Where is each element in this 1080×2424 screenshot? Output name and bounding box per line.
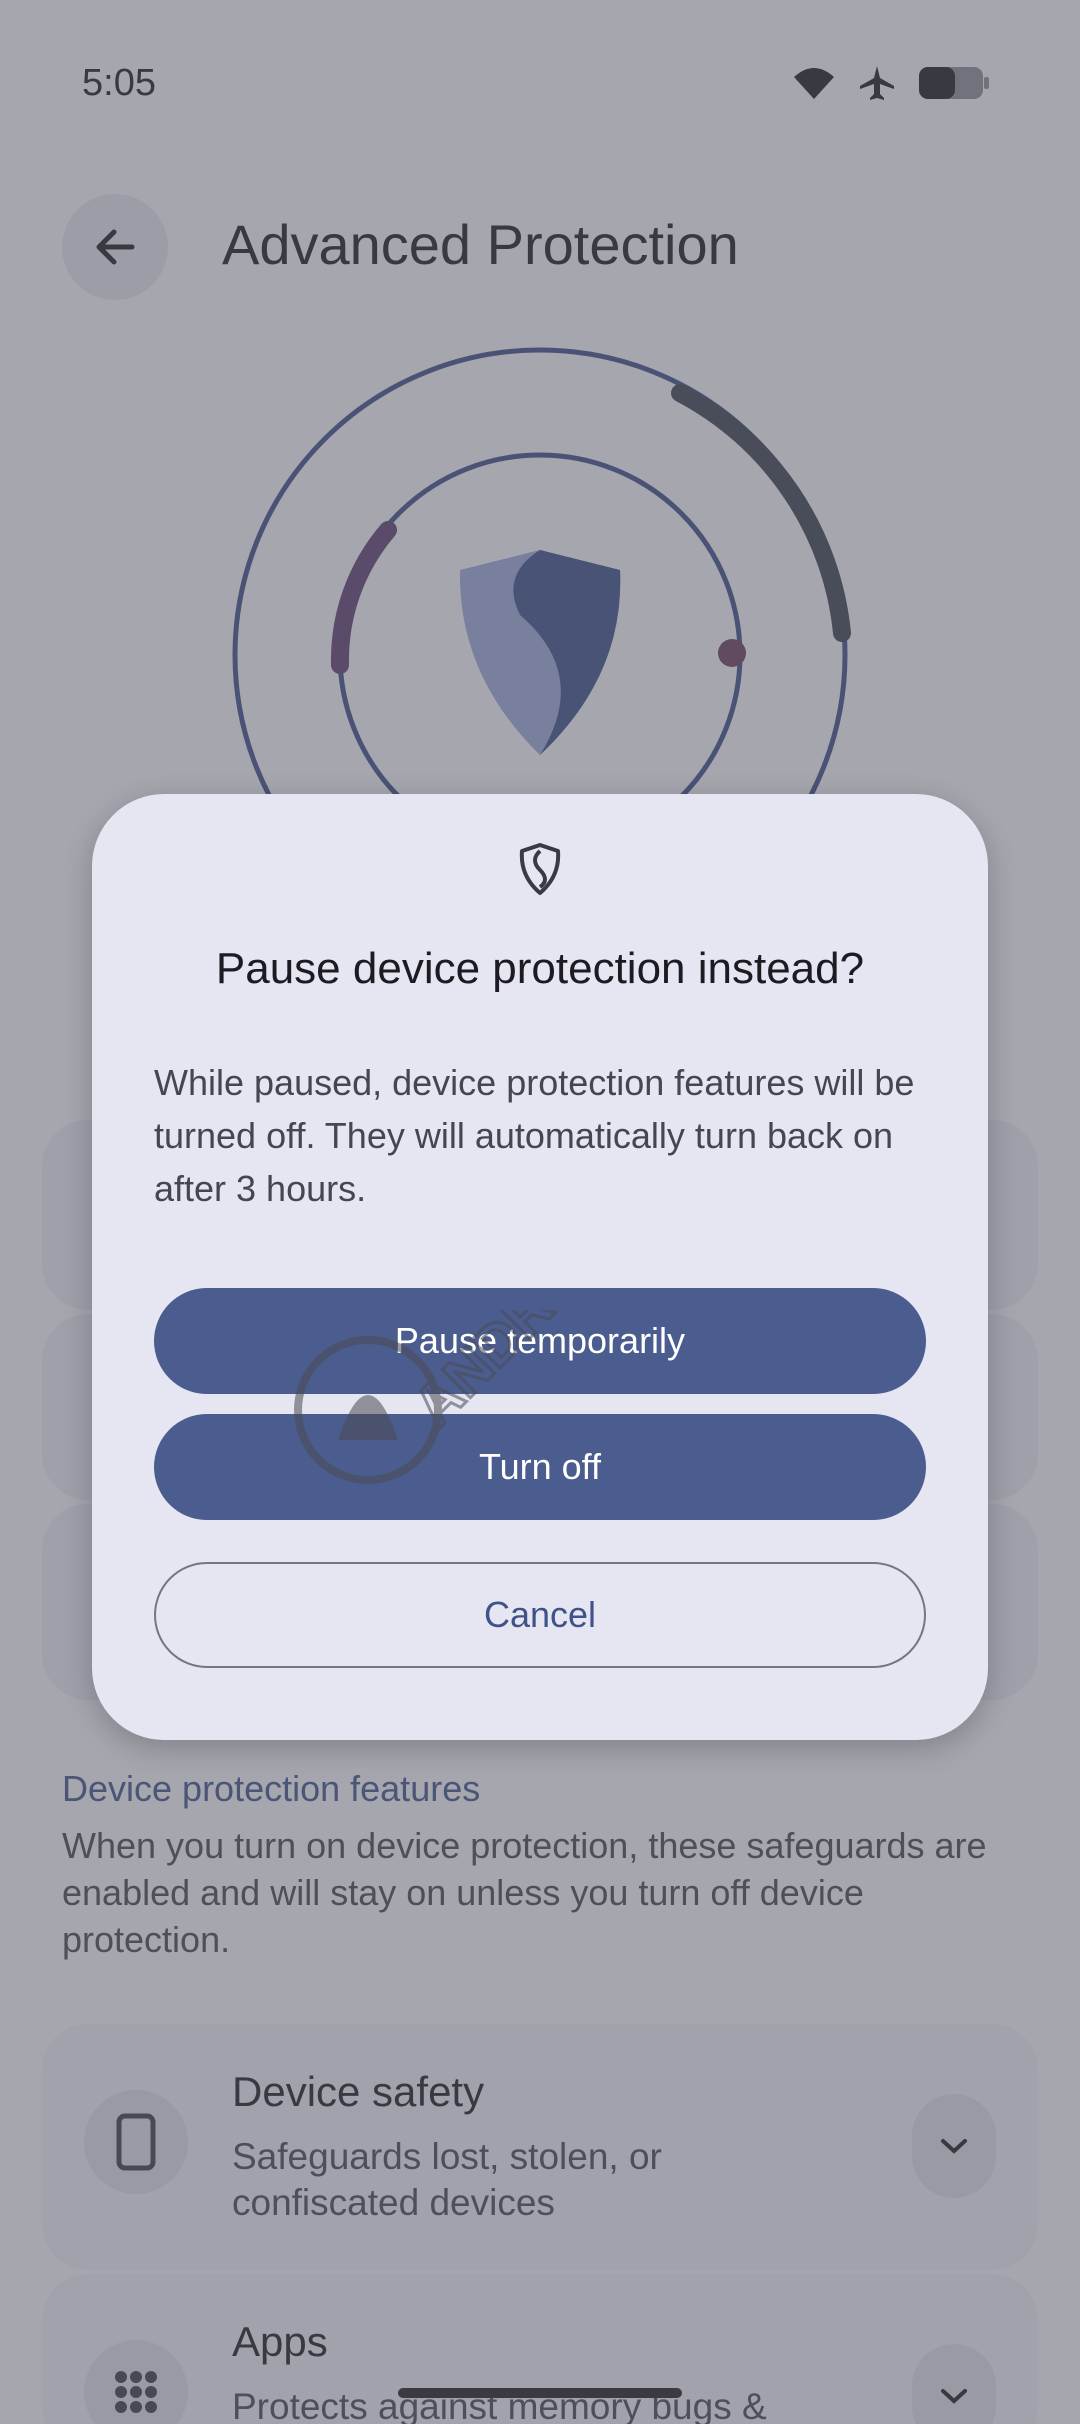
dialog-title: Pause device protection instead? — [215, 944, 865, 993]
navigation-handle[interactable] — [398, 2388, 682, 2398]
pause-temporarily-button[interactable]: Pause temporarily — [154, 1288, 926, 1394]
shield-icon — [519, 843, 561, 895]
dialog-body: While paused, device protection features… — [154, 1062, 915, 1209]
turn-off-button[interactable]: Turn off — [154, 1414, 926, 1520]
pause-protection-dialog: Pause device protection instead? While p… — [92, 794, 988, 1740]
cancel-button[interactable]: Cancel — [154, 1562, 926, 1668]
